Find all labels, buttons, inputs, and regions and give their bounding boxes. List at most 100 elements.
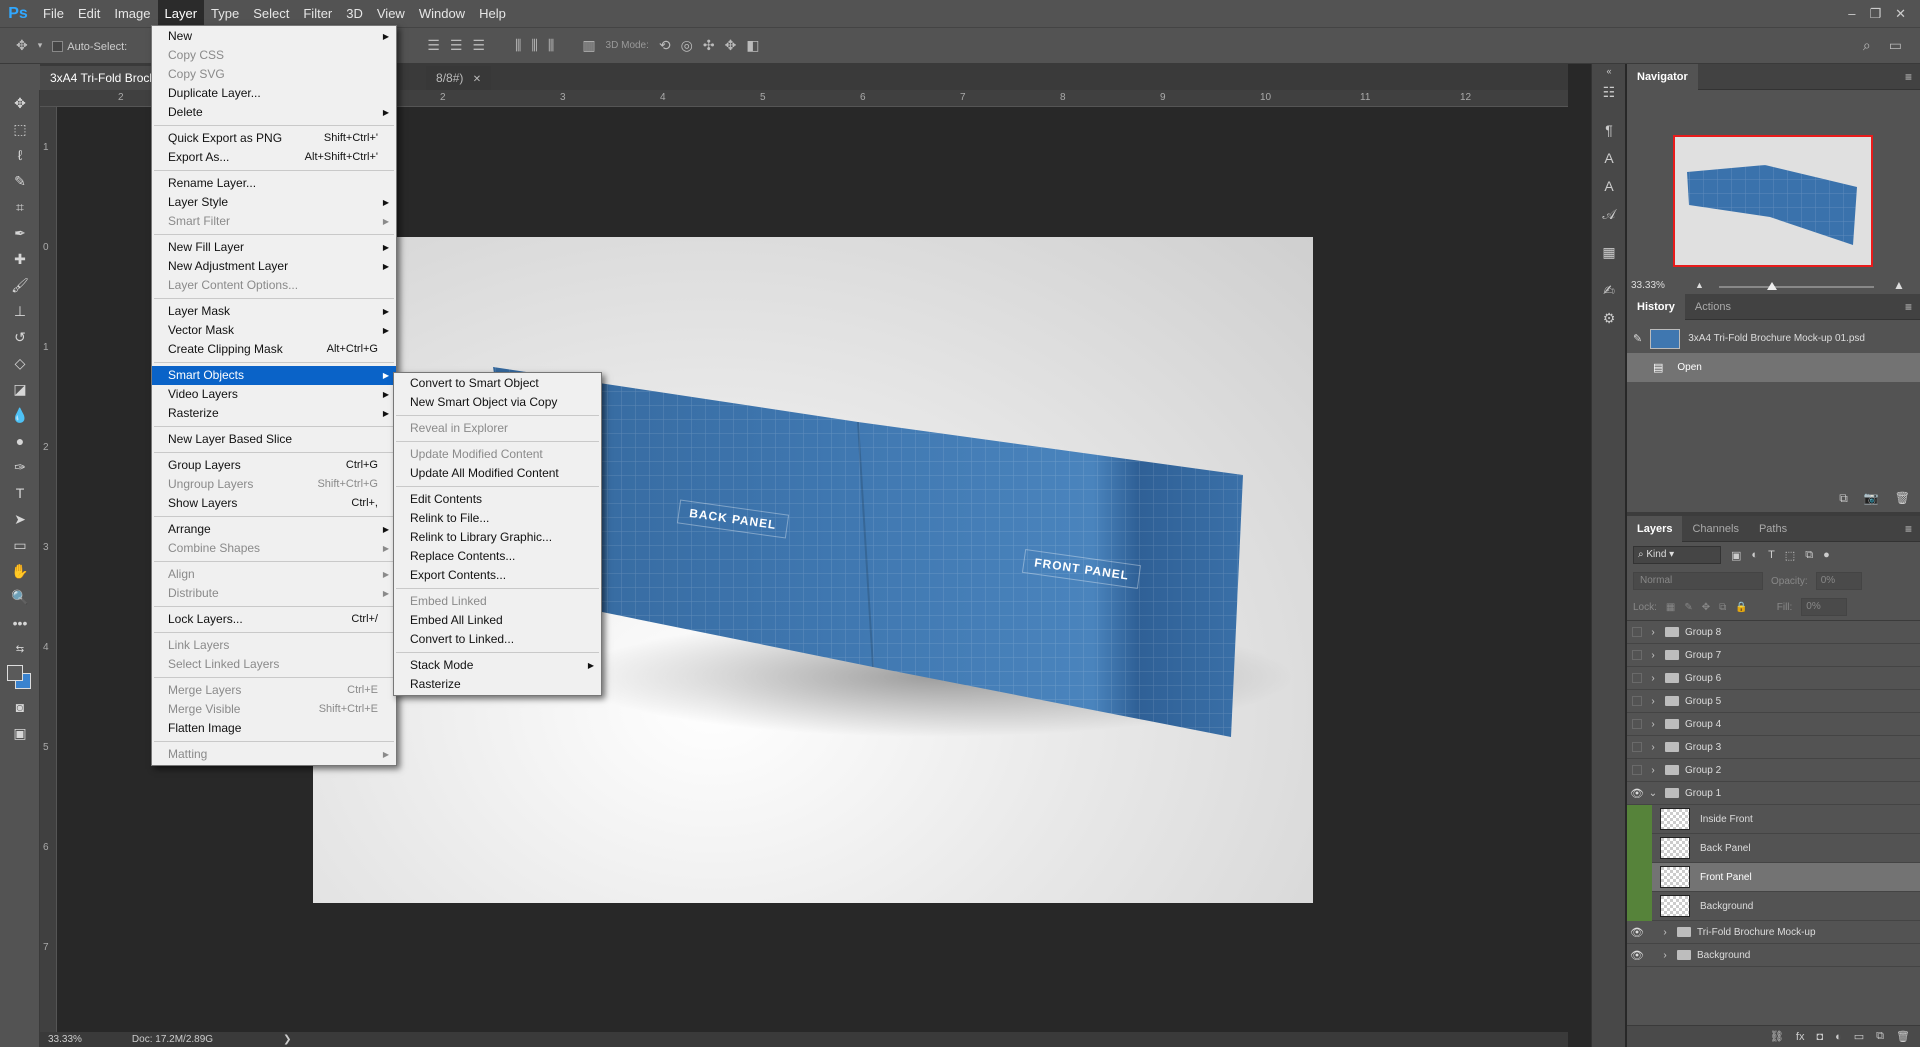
zoom-in-icon[interactable]: ▲ <box>1893 278 1905 292</box>
close-icon[interactable]: ✕ <box>1895 6 1906 22</box>
layer-visibility-toggle[interactable] <box>1632 650 1642 660</box>
distribute-right-icon[interactable]: ⫼ <box>548 37 554 54</box>
color-swatches[interactable] <box>0 662 40 694</box>
menu-item-lock-layers[interactable]: Lock Layers... Ctrl+/ <box>152 610 396 629</box>
smart-object-thumbnail[interactable] <box>1660 895 1690 917</box>
menu-item-vector-mask[interactable]: Vector Mask ▶ <box>152 321 396 340</box>
clone-stamp-tool-icon[interactable]: ⊥ <box>0 298 40 324</box>
layer-filter-dropdown[interactable]: ⌕ Kind ▾ <box>1633 546 1721 564</box>
layer-row[interactable]: › Group 7 <box>1627 644 1920 667</box>
panel-menu-icon[interactable]: ≡ <box>1905 300 1912 314</box>
menu-edit[interactable]: Edit <box>71 0 107 27</box>
layer-row[interactable]: › Group 4 <box>1627 713 1920 736</box>
history-step[interactable]: ▤ Open <box>1627 353 1920 382</box>
layer-visibility-toggle[interactable] <box>1632 719 1642 729</box>
menu-item-replace-contents[interactable]: Replace Contents... <box>394 547 601 566</box>
menu-select[interactable]: Select <box>246 0 296 27</box>
menu-item-quick-export-as-png[interactable]: Quick Export as PNG Shift+Ctrl+' <box>152 129 396 148</box>
lock-position-icon[interactable]: ✥ <box>1702 602 1710 613</box>
menu-item-relink-to-file[interactable]: Relink to File... <box>394 509 601 528</box>
layer-row[interactable]: 👁 › Background <box>1627 944 1920 967</box>
paragraph-icon[interactable]: ¶ <box>1592 116 1626 144</box>
layer-row[interactable]: › Group 5 <box>1627 690 1920 713</box>
menu-item-delete[interactable]: Delete ▶ <box>152 103 396 122</box>
menu-item-layer-mask[interactable]: Layer Mask ▶ <box>152 302 396 321</box>
new-group-icon[interactable]: ▭ <box>1854 1030 1864 1043</box>
menu-item-new-fill-layer[interactable]: New Fill Layer ▶ <box>152 238 396 257</box>
blend-mode-dropdown[interactable]: Normal <box>1633 572 1763 590</box>
status-arrow-icon[interactable]: ❯ <box>283 1034 291 1045</box>
3d-rotate-icon[interactable]: ⟲ <box>659 37 671 54</box>
auto-select-checkbox[interactable]: Auto-Select: <box>52 39 127 53</box>
screen-mode-icon[interactable]: ▣ <box>0 720 40 746</box>
menu-item-new-smart-object-via-copy[interactable]: New Smart Object via Copy <box>394 393 601 412</box>
brush-tool-icon[interactable]: 🖌 <box>0 272 40 298</box>
chevron-right-icon[interactable]: › <box>1659 927 1671 938</box>
menu-filter[interactable]: Filter <box>296 0 339 27</box>
menu-window[interactable]: Window <box>412 0 472 27</box>
chevron-down-icon[interactable]: ⌄ <box>1647 788 1659 799</box>
layer-visibility-toggle[interactable] <box>1632 627 1642 637</box>
distribute-bottom-icon[interactable]: ☰ <box>472 37 485 54</box>
tab-channels[interactable]: Channels <box>1682 516 1748 542</box>
move-tool-icon[interactable]: ✥ <box>16 37 28 54</box>
distribute-centers-icon[interactable]: ☰ <box>450 37 463 54</box>
character-styles-icon[interactable]: A <box>1592 172 1626 200</box>
fill-field[interactable]: 0% <box>1801 598 1848 616</box>
document-tab[interactable]: 3xA4 Tri-Fold Broch <box>40 66 167 90</box>
menu-item-create-clipping-mask[interactable]: Create Clipping Mask Alt+Ctrl+G <box>152 340 396 359</box>
path-selection-tool-icon[interactable]: ➤ <box>0 506 40 532</box>
filter-adjustment-icon[interactable]: ◐ <box>1751 549 1758 561</box>
menu-item-update-all-modified-content[interactable]: Update All Modified Content <box>394 464 601 483</box>
menu-item-group-layers[interactable]: Group Layers Ctrl+G <box>152 456 396 475</box>
eraser-tool-icon[interactable]: ◇ <box>0 350 40 376</box>
tab-actions[interactable]: Actions <box>1685 294 1741 320</box>
chevron-right-icon[interactable]: › <box>1659 950 1671 961</box>
layer-row[interactable]: 👁 ⌄ Group 1 <box>1627 782 1920 805</box>
3d-drag-icon[interactable]: ✣ <box>703 37 715 54</box>
menu-item-rename-layer[interactable]: Rename Layer... <box>152 174 396 193</box>
blur-tool-icon[interactable]: 💧 <box>0 402 40 428</box>
auto-align-icon[interactable]: ▥ <box>582 37 595 54</box>
chevron-right-icon[interactable]: › <box>1647 650 1659 661</box>
filter-type-icon[interactable]: T <box>1768 549 1775 561</box>
close-tab-icon[interactable]: ✕ <box>473 74 481 85</box>
search-icon[interactable]: ⌕ <box>1863 37 1871 54</box>
chevron-down-icon[interactable]: ▾ <box>38 40 43 51</box>
menu-item-new-layer-based-slice[interactable]: New Layer Based Slice <box>152 430 396 449</box>
eyedropper-tool-icon[interactable]: ✒ <box>0 220 40 246</box>
menu-item-rasterize[interactable]: Rasterize <box>394 675 601 694</box>
menu-item-stack-mode[interactable]: Stack Mode ▶ <box>394 656 601 675</box>
crop-tool-icon[interactable]: ⌗ <box>0 194 40 220</box>
lock-transparency-icon[interactable]: ▦ <box>1666 602 1675 613</box>
new-document-from-state-icon[interactable]: ⧉ <box>1839 491 1848 506</box>
distribute-left-icon[interactable]: ⫼ <box>515 37 521 54</box>
delete-layer-icon[interactable]: 🗑 <box>1896 1030 1910 1043</box>
menu-item-duplicate-layer[interactable]: Duplicate Layer... <box>152 84 396 103</box>
quick-mask-icon[interactable]: ◙ <box>0 694 40 720</box>
add-mask-icon[interactable]: ◘ <box>1816 1031 1823 1043</box>
glyphs-icon[interactable]: 𝒜 <box>1592 200 1626 228</box>
link-layers-icon[interactable]: ⛓ <box>1770 1030 1784 1043</box>
marquee-tool-icon[interactable]: ⬚ <box>0 116 40 142</box>
eye-icon[interactable]: 👁 <box>1627 949 1647 962</box>
swap-colors-icon[interactable]: ⇆ <box>0 636 40 662</box>
chevron-right-icon[interactable]: › <box>1647 765 1659 776</box>
menu-item-new-adjustment-layer[interactable]: New Adjustment Layer ▶ <box>152 257 396 276</box>
delete-state-icon[interactable]: 🗑 <box>1895 491 1910 506</box>
collapse-panels-icon[interactable]: « <box>1592 64 1626 78</box>
foreground-color-swatch[interactable] <box>7 665 23 681</box>
tool-presets-icon[interactable]: ⚙ <box>1592 304 1626 332</box>
zoom-level[interactable]: 33.33% <box>48 1034 82 1045</box>
rectangle-tool-icon[interactable]: ▭ <box>0 532 40 558</box>
layer-row[interactable]: 👁 › Tri-Fold Brochure Mock-up <box>1627 921 1920 944</box>
menu-item-smart-objects[interactable]: Smart Objects ▶ <box>152 366 396 385</box>
layer-row[interactable]: › Group 3 <box>1627 736 1920 759</box>
menu-image[interactable]: Image <box>107 0 157 27</box>
lasso-tool-icon[interactable]: ℓ <box>0 142 40 168</box>
chevron-right-icon[interactable]: › <box>1647 742 1659 753</box>
paint-bucket-tool-icon[interactable]: ◪ <box>0 376 40 402</box>
panel-menu-icon[interactable]: ≡ <box>1905 522 1912 536</box>
chevron-right-icon[interactable]: › <box>1647 696 1659 707</box>
filter-smart-object-icon[interactable]: ⧉ <box>1805 549 1813 562</box>
